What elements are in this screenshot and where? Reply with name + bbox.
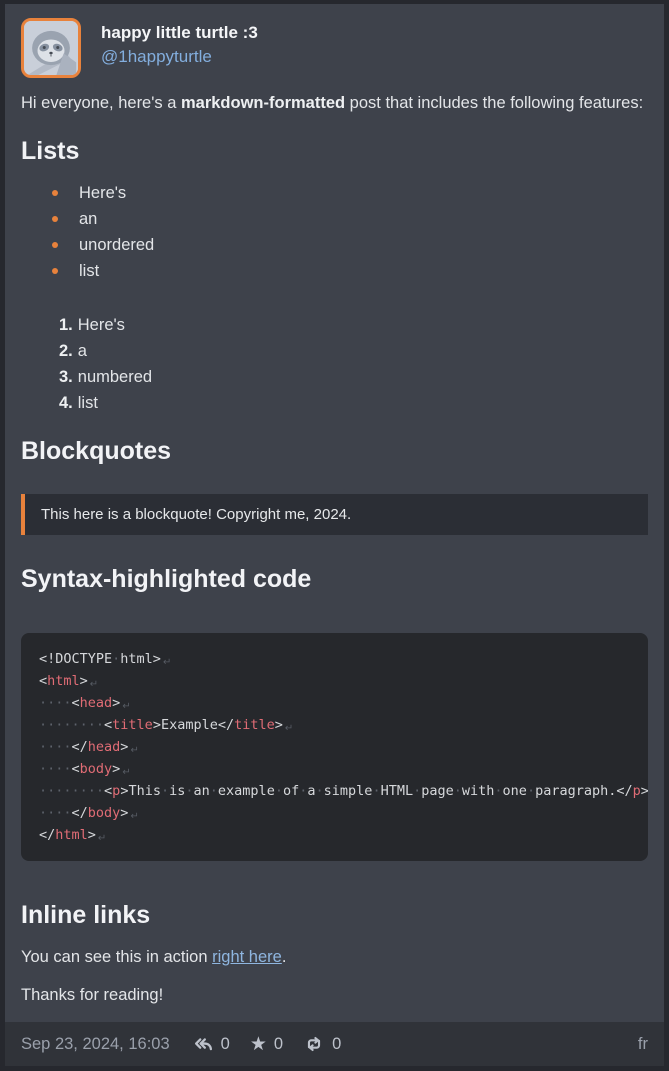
reply-button[interactable]: 0 (192, 1033, 230, 1055)
code-line: </html>↵ (39, 824, 630, 846)
unordered-list: Here'sanunorderedlist (21, 180, 648, 284)
star-icon: ★ (250, 1035, 267, 1054)
boost-icon (303, 1033, 325, 1055)
blockquote: This here is a blockquote! Copyright me,… (21, 494, 648, 535)
code-line: ····</body>↵ (39, 802, 630, 824)
handle-link[interactable]: @1happyturtle (101, 44, 212, 70)
code-line: <!DOCTYPE·html>↵ (39, 648, 630, 670)
code-line: ····<body>↵ (39, 758, 630, 780)
sloth-avatar-image (24, 21, 78, 75)
favourite-button[interactable]: ★ 0 (250, 1035, 283, 1054)
list-item: 1.Here's (59, 312, 648, 338)
links-paragraph: You can see this in action right here. (21, 944, 648, 970)
language-tag: fr (638, 1035, 648, 1054)
reply-count: 0 (221, 1035, 230, 1054)
intro-bold: markdown-formatted (181, 94, 345, 112)
links-post: . (282, 948, 287, 966)
boost-count: 0 (332, 1035, 341, 1054)
list-item: 4.list (59, 390, 648, 416)
heading-lists: Lists (21, 137, 648, 166)
list-item: list (62, 258, 648, 284)
heading-code: Syntax-highlighted code (21, 565, 648, 594)
boost-button[interactable]: 0 (303, 1033, 341, 1055)
author-names: happy little turtle :3 @1happyturtle (101, 18, 258, 70)
intro-pre: Hi everyone, here's a (21, 94, 181, 112)
code-block: <!DOCTYPE·html>↵<html>↵····<head>↵······… (21, 633, 648, 861)
intro-paragraph: Hi everyone, here's a markdown-formatted… (21, 90, 648, 116)
code-line: ········<p>This·is·an·example·of·a·simpl… (39, 780, 630, 802)
ordered-list: 1.Here's2.a3.numbered4.list (21, 312, 648, 416)
list-item: 3.numbered (59, 364, 648, 390)
heading-inline-links: Inline links (21, 901, 648, 930)
inline-link[interactable]: right here (212, 948, 282, 966)
code-line: ····<head>↵ (39, 692, 630, 714)
code-line: <html>↵ (39, 670, 630, 692)
list-item: an (62, 206, 648, 232)
post-header: happy little turtle :3 @1happyturtle (21, 18, 648, 78)
avatar[interactable] (21, 18, 81, 78)
post-card: happy little turtle :3 @1happyturtle Hi … (5, 4, 664, 1066)
reply-icon (192, 1033, 214, 1055)
links-pre: You can see this in action (21, 948, 212, 966)
post-footer: Sep 23, 2024, 16:03 0 ★ 0 (5, 1022, 664, 1066)
list-item: unordered (62, 232, 648, 258)
timestamp: Sep 23, 2024, 16:03 (21, 1035, 170, 1054)
heading-blockquotes: Blockquotes (21, 437, 648, 466)
code-line: ········<title>Example</title>↵ (39, 714, 630, 736)
post-frame: happy little turtle :3 @1happyturtle Hi … (0, 0, 669, 1071)
intro-post: post that includes the following feature… (345, 94, 643, 112)
outro-paragraph: Thanks for reading! (21, 982, 648, 1008)
favourite-count: 0 (274, 1035, 283, 1054)
code-line: ····</head>↵ (39, 736, 630, 758)
display-name: happy little turtle :3 (101, 22, 258, 44)
list-item: Here's (62, 180, 648, 206)
list-item: 2.a (59, 338, 648, 364)
post-content: happy little turtle :3 @1happyturtle Hi … (5, 4, 664, 1022)
